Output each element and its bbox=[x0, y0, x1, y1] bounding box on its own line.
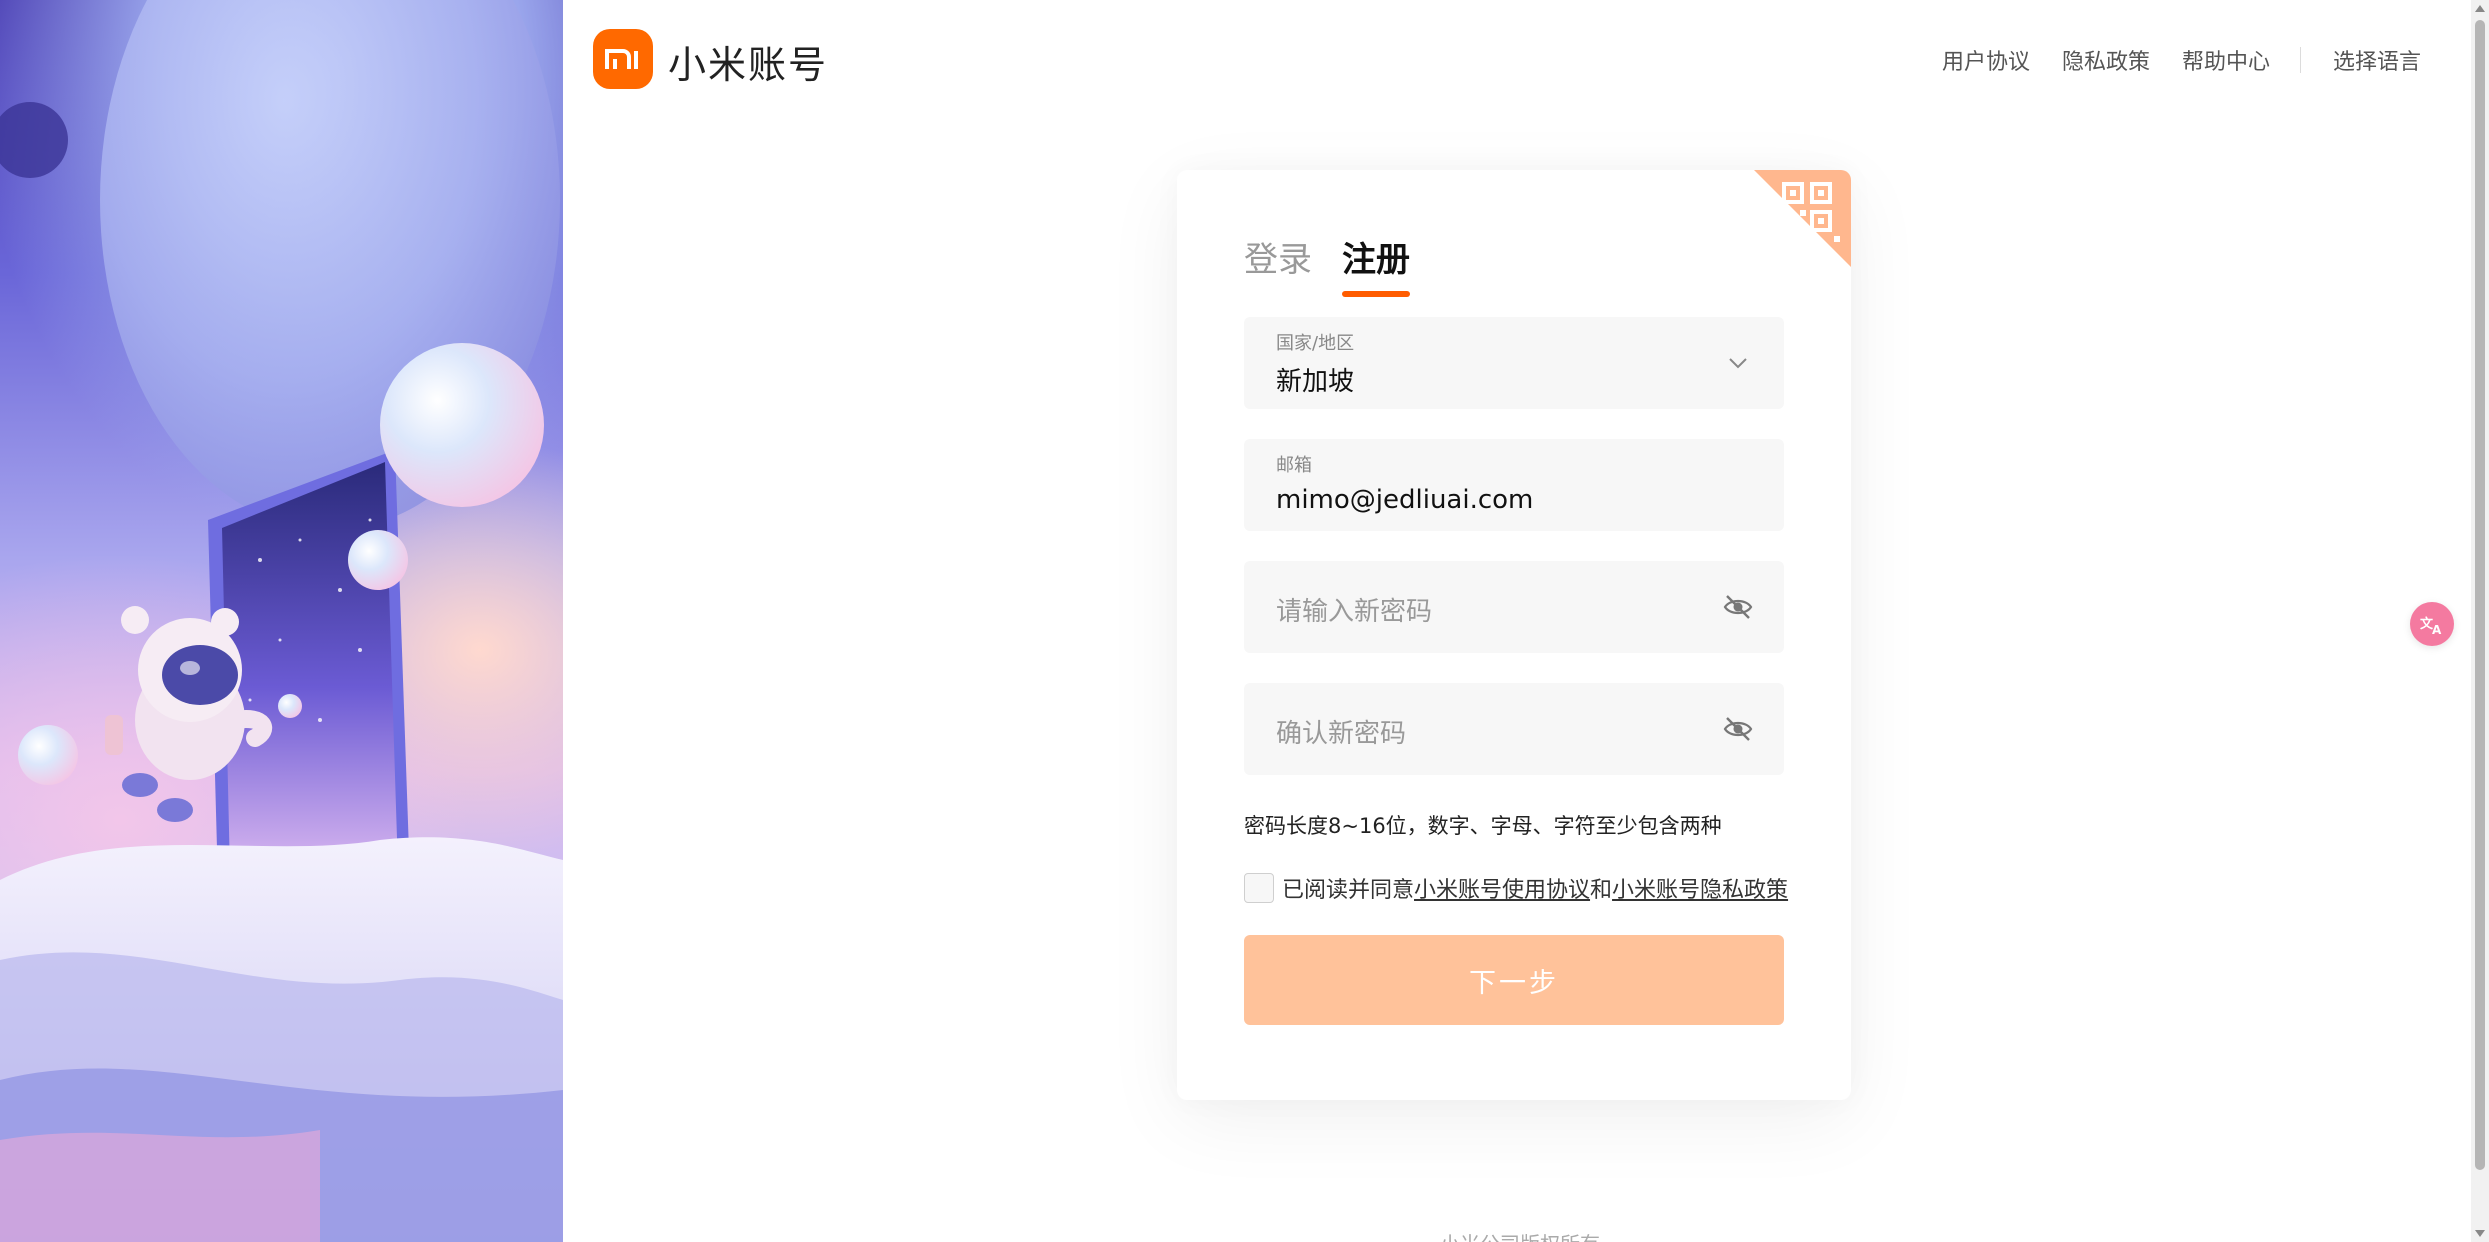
confirm-password-placeholder: 确认新密码 bbox=[1276, 719, 1407, 749]
nav-select-language[interactable]: 选择语言 bbox=[2333, 44, 2421, 76]
country-label: 国家/地区 bbox=[1276, 333, 1355, 354]
password-placeholder: 请输入新密码 bbox=[1276, 597, 1433, 627]
tab-register-label: 注册 bbox=[1342, 240, 1410, 280]
svg-text:A: A bbox=[2432, 623, 2442, 637]
password-hint: 密码长度8~16位，数字、字母、字符至少包含两种 bbox=[1244, 814, 1722, 838]
page-scrollbar[interactable] bbox=[2471, 0, 2489, 1242]
agreement-checkbox[interactable] bbox=[1244, 873, 1274, 903]
register-card: 登录 注册 国家/地区 新加坡 邮箱 mimo@jedliuai.com 请输入… bbox=[1177, 170, 1851, 1100]
next-button[interactable]: 下一步 bbox=[1244, 935, 1784, 1025]
privacy-link[interactable]: 小米账号隐私政策 bbox=[1612, 872, 1788, 904]
agreement-row: 已阅读并同意 小米账号使用协议 和 小米账号隐私政策 bbox=[1244, 872, 1788, 904]
password-field[interactable]: 请输入新密码 bbox=[1244, 561, 1784, 653]
scrollbar-thumb[interactable] bbox=[2475, 20, 2485, 1170]
tab-login[interactable]: 登录 bbox=[1244, 232, 1312, 291]
country-value: 新加坡 bbox=[1276, 367, 1355, 397]
top-nav: 用户协议 隐私政策 帮助中心 选择语言 bbox=[1942, 44, 2421, 76]
brand-title: 小米账号 bbox=[668, 43, 829, 87]
tab-register[interactable]: 注册 bbox=[1342, 232, 1410, 297]
translate-icon[interactable]: 文 A bbox=[2410, 602, 2454, 646]
active-tab-indicator bbox=[1342, 291, 1410, 297]
country-select[interactable]: 国家/地区 新加坡 bbox=[1244, 317, 1784, 409]
qr-code-icon[interactable] bbox=[1754, 170, 1851, 267]
email-field[interactable]: 邮箱 mimo@jedliuai.com bbox=[1244, 439, 1784, 531]
terms-link[interactable]: 小米账号使用协议 bbox=[1414, 872, 1590, 904]
nav-help-center[interactable]: 帮助中心 bbox=[2182, 44, 2270, 76]
eye-hidden-icon[interactable] bbox=[1722, 713, 1754, 745]
email-label: 邮箱 bbox=[1276, 455, 1312, 476]
hero-illustration bbox=[0, 0, 563, 1242]
eye-hidden-icon[interactable] bbox=[1722, 591, 1754, 623]
agreement-prefix: 已阅读并同意 bbox=[1282, 878, 1415, 903]
footer-copyright: 小米公司版权所有 bbox=[1440, 1228, 1600, 1242]
mi-logo-icon[interactable] bbox=[593, 29, 653, 89]
nav-user-agreement[interactable]: 用户协议 bbox=[1942, 44, 2030, 76]
chevron-down-icon bbox=[1722, 347, 1754, 379]
scroll-up-icon[interactable] bbox=[2475, 5, 2485, 12]
scroll-down-icon[interactable] bbox=[2475, 1230, 2485, 1237]
nav-divider bbox=[2299, 47, 2301, 73]
nav-privacy-policy[interactable]: 隐私政策 bbox=[2062, 44, 2150, 76]
tab-login-label: 登录 bbox=[1244, 240, 1312, 280]
auth-tabs: 登录 注册 bbox=[1244, 232, 1440, 297]
confirm-password-field[interactable]: 确认新密码 bbox=[1244, 683, 1784, 775]
email-value: mimo@jedliuai.com bbox=[1276, 485, 1534, 515]
agreement-and: 和 bbox=[1590, 878, 1613, 903]
